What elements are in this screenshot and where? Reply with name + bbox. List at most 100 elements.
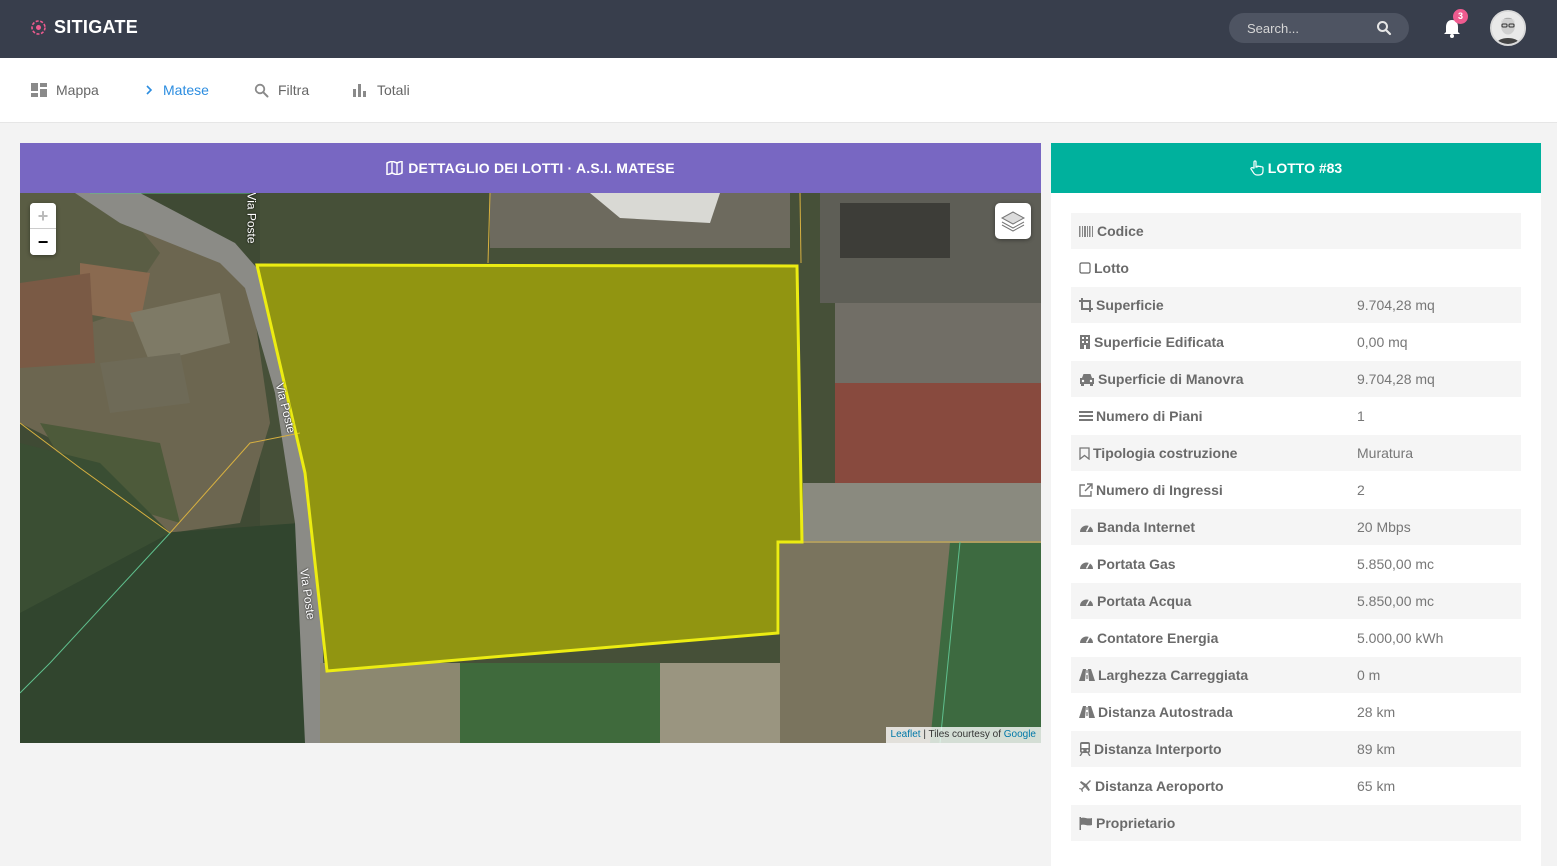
property-row-codice: Codice — [1071, 213, 1521, 250]
property-value: 65 km — [1357, 778, 1396, 794]
bookmark-icon — [1079, 446, 1090, 460]
search-icon — [254, 83, 269, 97]
property-label: Tipologia costruzione — [1093, 445, 1238, 461]
property-label: Distanza Autostrada — [1098, 704, 1233, 720]
property-row-larghezza-carreggiata: Larghezza Carreggiata 0 m — [1071, 657, 1521, 694]
property-row-lotto: Lotto — [1071, 250, 1521, 287]
nav-item-label: Filtra — [278, 82, 310, 98]
property-row-ingressi: Numero di Ingressi 2 — [1071, 472, 1521, 509]
train-icon — [1079, 742, 1091, 756]
dashboard-icon — [31, 83, 47, 97]
google-link[interactable]: Google — [1004, 729, 1036, 740]
property-value: 5.000,00 kWh — [1357, 630, 1444, 646]
property-row-superficie: Superficie 9.704,28 mq — [1071, 287, 1521, 324]
chevron-right-icon — [146, 85, 153, 95]
hand-pointer-icon — [1250, 160, 1264, 176]
property-row-portata-gas: Portata Gas 5.850,00 mc — [1071, 546, 1521, 583]
property-row-distanza-autostrada: Distanza Autostrada 28 km — [1071, 694, 1521, 731]
property-value: 2 — [1357, 482, 1365, 498]
zoom-control: + − — [30, 203, 56, 255]
street-label: Via Poste — [244, 193, 259, 244]
top-bar: SITIGATE 3 — [0, 0, 1557, 58]
property-label: Superficie — [1096, 297, 1164, 313]
property-label: Distanza Aeroporto — [1095, 778, 1224, 794]
detail-panel-header: LOTTO #83 — [1051, 143, 1541, 193]
property-label: Distanza Interporto — [1094, 741, 1222, 757]
map-panel: DETTAGLIO DEI LOTTI · A.S.I. MATESE Via … — [20, 143, 1041, 743]
zoom-out-button[interactable]: − — [30, 229, 56, 255]
search-input[interactable] — [1247, 13, 1377, 43]
property-label: Banda Internet — [1097, 519, 1196, 535]
avatar[interactable] — [1490, 10, 1526, 46]
lot-properties-table: Codice Lotto Superficie 9.704,28 mq Supe… — [1071, 213, 1521, 842]
property-row-tipologia: Tipologia costruzione Muratura — [1071, 435, 1521, 472]
brand-logo-icon — [31, 20, 46, 35]
map-icon — [386, 161, 403, 175]
property-row-banda-internet: Banda Internet 20 Mbps — [1071, 509, 1521, 546]
property-label: Superficie di Manovra — [1098, 371, 1244, 387]
property-label: Proprietario — [1096, 815, 1176, 831]
property-row-superficie-manovra: Superficie di Manovra 9.704,28 mq — [1071, 361, 1521, 398]
lot-polygon[interactable] — [20, 193, 1041, 743]
property-value: 0,00 mq — [1357, 334, 1408, 350]
nav-item-mappa[interactable]: Mappa — [31, 58, 99, 122]
car-icon — [1080, 373, 1094, 386]
property-label: Larghezza Carreggiata — [1098, 667, 1249, 683]
property-label: Portata Gas — [1097, 556, 1176, 572]
property-value: 0 m — [1357, 667, 1381, 683]
property-value: Muratura — [1357, 445, 1414, 461]
layers-button[interactable] — [995, 203, 1031, 239]
user-avatar-icon — [1492, 12, 1524, 44]
property-label: Numero di Ingressi — [1096, 482, 1223, 498]
crop-icon — [1079, 298, 1093, 312]
nav-item-totali[interactable]: Totali — [353, 58, 410, 122]
map-attribution: Leaflet | Tiles courtesy of Google — [885, 727, 1041, 743]
property-value: 28 km — [1357, 704, 1396, 720]
zoom-in-button[interactable]: + — [30, 203, 56, 229]
breadcrumb-nav: Mappa Matese Filtra Totali — [0, 58, 1557, 123]
nav-item-label: Totali — [377, 82, 410, 98]
property-label: Codice — [1097, 223, 1144, 239]
property-row-distanza-aeroporto: Distanza Aeroporto 65 km — [1071, 768, 1521, 805]
leaflet-link[interactable]: Leaflet — [891, 729, 921, 740]
road-icon — [1079, 669, 1095, 681]
gauge-icon — [1080, 599, 1093, 606]
search-box — [1229, 13, 1409, 43]
property-label: Contatore Energia — [1097, 630, 1219, 646]
notification-badge: 3 — [1453, 9, 1468, 24]
detail-panel: LOTTO #83 Codice Lotto Superficie 9.704,… — [1051, 143, 1541, 866]
map-panel-header: DETTAGLIO DEI LOTTI · A.S.I. MATESE — [20, 143, 1041, 193]
bar-chart-icon — [353, 83, 366, 97]
road-icon — [1079, 706, 1095, 718]
search-icon[interactable] — [1376, 20, 1392, 36]
property-label: Numero di Piani — [1096, 408, 1203, 424]
barcode-icon — [1079, 225, 1093, 237]
property-row-superficie-edificata: Superficie Edificata 0,00 mq — [1071, 324, 1521, 361]
bars-icon — [1079, 411, 1093, 421]
brand[interactable]: SITIGATE — [30, 17, 138, 38]
property-label: Lotto — [1094, 260, 1129, 276]
nav-item-filtra[interactable]: Filtra — [254, 58, 309, 122]
satellite-map[interactable]: Via Poste Via Poste Via Poste + − Leafle… — [20, 193, 1041, 743]
gauge-icon — [1080, 525, 1093, 532]
nav-item-matese[interactable]: Matese — [144, 58, 209, 122]
plane-icon — [1079, 779, 1091, 792]
nav-item-label: Mappa — [56, 82, 99, 98]
property-value: 5.850,00 mc — [1357, 556, 1435, 572]
property-value: 9.704,28 mq — [1357, 371, 1435, 387]
building-icon — [1080, 335, 1090, 349]
property-value: 20 Mbps — [1357, 519, 1411, 535]
detail-panel-title: LOTTO #83 — [1267, 160, 1343, 176]
property-row-numero-piani: Numero di Piani 1 — [1071, 398, 1521, 435]
property-value: 89 km — [1357, 741, 1396, 757]
flag-icon — [1079, 816, 1092, 830]
layers-icon — [1000, 211, 1026, 232]
property-row-portata-acqua: Portata Acqua 5.850,00 mc — [1071, 583, 1521, 620]
property-row-distanza-interporto: Distanza Interporto 89 km — [1071, 731, 1521, 768]
map-panel-title: DETTAGLIO DEI LOTTI · A.S.I. MATESE — [408, 160, 675, 176]
attribution-text: | Tiles courtesy of — [920, 729, 1004, 740]
external-link-icon — [1079, 483, 1093, 497]
property-value: 1 — [1357, 408, 1365, 424]
property-value: 5.850,00 mc — [1357, 593, 1435, 609]
brand-name: SITIGATE — [54, 17, 139, 37]
